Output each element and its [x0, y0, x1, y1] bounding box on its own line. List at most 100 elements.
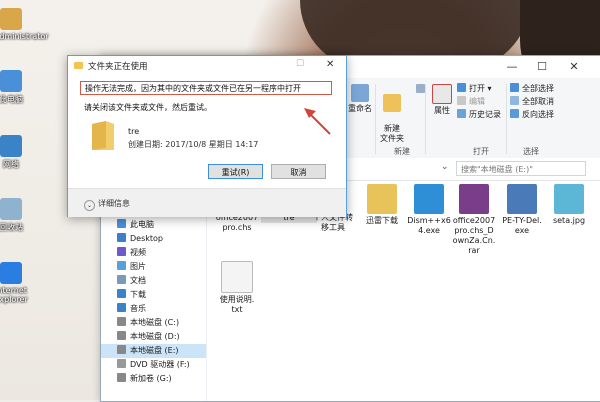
nav-desktop[interactable]: Desktop — [117, 232, 206, 246]
edit-label: 编辑 — [469, 97, 485, 106]
select-all-label: 全部选择 — [522, 84, 554, 93]
desktop-icon[interactable]: 此电脑 — [0, 70, 28, 105]
new-folder-button[interactable]: 新建 文件夹 — [379, 84, 405, 144]
nav-dvd-f[interactable]: DVD 驱动器 (F:) — [117, 358, 206, 372]
select-all-button[interactable]: 全部选择 — [510, 83, 554, 95]
new-item-icon — [416, 84, 425, 93]
nav-item-icon — [117, 247, 126, 256]
nav-item-label: 新加卷 (G:) — [130, 374, 172, 383]
rename-button[interactable]: 重命名 — [347, 84, 373, 114]
network-icon — [0, 135, 22, 157]
edit-button[interactable]: 编辑 — [457, 96, 485, 108]
nav-item-icon — [117, 303, 126, 312]
recycle-bin-icon — [0, 198, 22, 220]
dialog-close-button[interactable]: ✕ — [326, 59, 334, 70]
nav-documents[interactable]: 文档 — [117, 274, 206, 288]
desktop-icon-label: Internet Explorer — [0, 286, 28, 304]
nav-item-label: 音乐 — [130, 304, 146, 313]
rename-label: 重命名 — [348, 104, 372, 113]
open-label: 打开 — [469, 84, 485, 93]
user-folder-icon — [0, 8, 22, 30]
dialog-footer: ⌄ 详细信息 — [68, 188, 346, 217]
nav-volume-g[interactable]: 新加卷 (G:) — [117, 372, 206, 386]
nav-item-icon — [117, 373, 126, 382]
retry-button[interactable]: 重试(R) — [208, 164, 263, 179]
chevron-down-icon[interactable]: ⌄ — [441, 162, 449, 172]
desktop-icon-label: 回收站 — [0, 223, 23, 232]
history-icon — [457, 109, 466, 118]
nav-item-label: 图片 — [130, 262, 146, 271]
maximize-button[interactable]: ☐ — [529, 59, 555, 75]
nav-item-icon — [117, 219, 126, 228]
file-label: office2007 pro.chs_D ownZa.Cn. rar — [452, 216, 496, 255]
properties-button[interactable]: 属性 — [429, 84, 455, 116]
file-icon — [554, 184, 584, 214]
rename-icon — [351, 84, 369, 102]
minimize-button[interactable]: — — [499, 59, 525, 75]
nav-this-pc[interactable]: 此电脑 — [117, 218, 206, 232]
nav-drive-d[interactable]: 本地磁盘 (D:) — [117, 330, 206, 344]
dialog-error-message: 操作无法完成，因为其中的文件夹或文件已在另一程序中打开 — [80, 81, 332, 95]
nav-drive-e[interactable]: 本地磁盘 (E:) — [101, 344, 206, 358]
nav-downloads[interactable]: 下载 — [117, 288, 206, 302]
history-label: 历史记录 — [469, 110, 501, 119]
file-label: Dism++x6 4.exe — [407, 216, 451, 235]
nav-item-icon — [117, 331, 126, 340]
file-icon — [367, 184, 397, 214]
nav-item-icon — [117, 289, 126, 298]
details-label: 详细信息 — [98, 199, 130, 208]
nav-item-icon — [117, 233, 126, 242]
file-icon — [414, 184, 444, 214]
open-button[interactable]: 打开 ▾ — [457, 83, 492, 95]
ribbon-divider — [375, 84, 376, 154]
file-icon — [507, 184, 537, 214]
open-icon — [457, 83, 466, 92]
nav-item-label: 本地磁盘 (E:) — [130, 346, 179, 355]
nav-item-label: 文档 — [130, 276, 146, 285]
nav-item-icon — [117, 345, 126, 354]
history-button[interactable]: 历史记录 — [457, 109, 501, 121]
select-none-button[interactable]: 全部取消 — [510, 96, 554, 108]
folder-name: tre — [128, 127, 140, 136]
chevron-down-icon: ⌄ — [84, 200, 95, 211]
desktop-icon[interactable]: 网络 — [0, 135, 28, 170]
nav-item-label: 本地磁盘 (D:) — [130, 332, 180, 341]
nav-music[interactable]: 音乐 — [117, 302, 206, 316]
select-none-label: 全部取消 — [522, 97, 554, 106]
desktop-icon[interactable]: Internet Explorer — [0, 262, 28, 304]
desktop-icon-label: Administrator — [0, 32, 49, 41]
folder-icon — [92, 121, 114, 150]
file-readme-txt[interactable]: 使用说明. txt — [209, 261, 265, 315]
dialog-titlebar: 文件夹正在使用 ☐ ✕ — [68, 56, 346, 76]
nav-item-label: 下载 — [130, 290, 146, 299]
new-folder-label: 新建 文件夹 — [380, 124, 404, 143]
nav-videos[interactable]: 视频 — [117, 246, 206, 260]
details-toggle[interactable]: ⌄ 详细信息 — [84, 198, 130, 211]
desktop-icon[interactable]: 回收站 — [0, 198, 28, 233]
file-label: 迅雷下载 — [366, 216, 398, 225]
select-all-icon — [510, 83, 519, 92]
invert-selection-label: 反向选择 — [522, 110, 554, 119]
file-seta-jpg[interactable]: seta.jpg — [541, 184, 597, 226]
nav-item-icon — [117, 317, 126, 326]
file-icon — [221, 261, 253, 293]
folder-created-date: 创建日期: 2017/10/8 星期日 14:17 — [128, 140, 259, 149]
nav-pictures[interactable]: 图片 — [117, 260, 206, 274]
close-button[interactable]: ✕ — [561, 59, 587, 75]
invert-selection-button[interactable]: 反向选择 — [510, 109, 554, 121]
nav-item-label: DVD 驱动器 (F:) — [130, 360, 190, 369]
nav-item-label: 本地磁盘 (C:) — [130, 318, 180, 327]
dialog-maximize-button[interactable]: ☐ — [296, 59, 304, 69]
nav-item-label: 此电脑 — [130, 220, 154, 229]
search-input[interactable]: 搜索"本地磁盘 (E:)" — [456, 161, 586, 176]
nav-drive-c[interactable]: 本地磁盘 (C:) — [117, 316, 206, 330]
folder-icon — [74, 62, 83, 69]
dialog-title: 文件夹正在使用 — [88, 62, 148, 72]
cancel-button[interactable]: 取消 — [271, 164, 326, 179]
select-none-icon — [510, 96, 519, 105]
desktop-icon[interactable]: Administrator — [0, 8, 49, 41]
file-label: 使用说明. txt — [219, 295, 255, 314]
file-label: seta.jpg — [552, 216, 586, 225]
this-pc-icon — [0, 70, 22, 92]
nav-item-label: 视频 — [130, 248, 146, 257]
